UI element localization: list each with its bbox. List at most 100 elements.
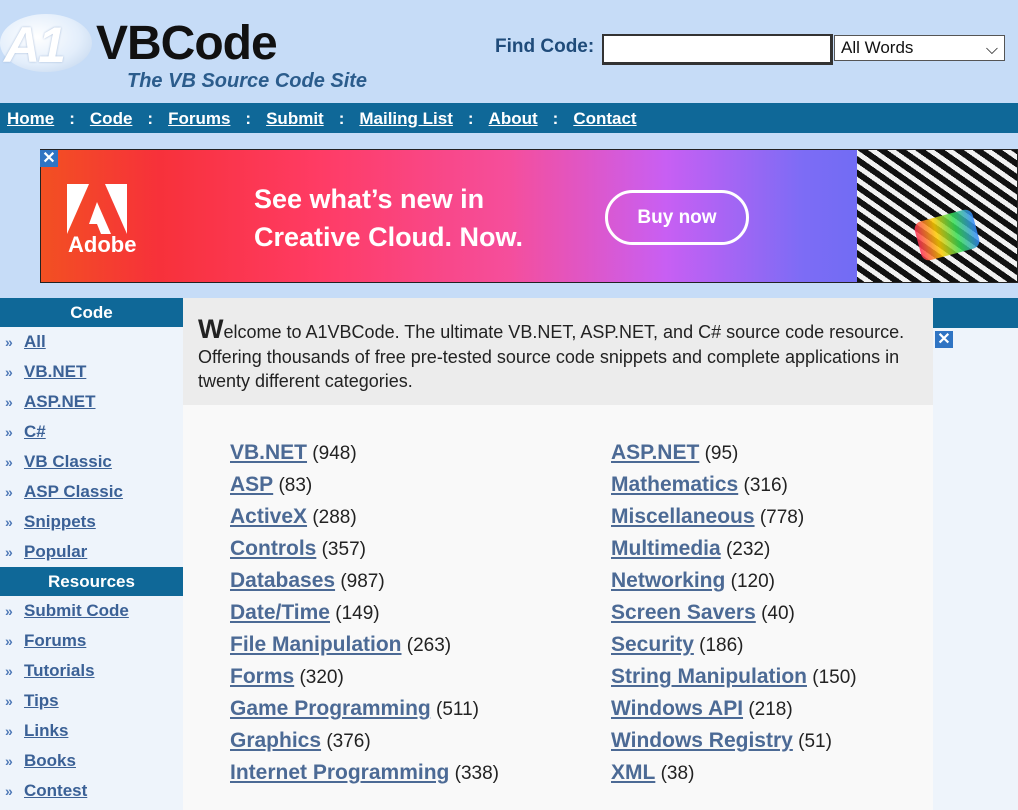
welcome-text: Welcome to A1VBCode. The ultimate VB.NET… [198,314,918,393]
sidebar-link[interactable]: All [24,332,46,352]
welcome-panel: Welcome to A1VBCode. The ultimate VB.NET… [183,298,933,405]
category-link[interactable]: ASP.NET [611,441,699,464]
category-count: (263) [406,635,452,656]
sidebar-item-code-vb-net: » VB.NET [0,357,183,387]
sidebar-item-resource-links: » Links [0,716,183,746]
category-link[interactable]: ASP [230,473,273,496]
double-chevron-right-icon: » [5,753,13,769]
nav-link-home[interactable]: Home [7,109,54,129]
category-count: (83) [278,475,313,496]
nav-link-forums[interactable]: Forums [168,109,230,129]
double-chevron-right-icon: » [5,484,13,500]
category-link[interactable]: Windows Registry [611,729,793,752]
search-scope-select[interactable]: All Words ⌵ [834,35,1005,61]
site-header: A1 VBCode The VB Source Code Site Find C… [0,0,1018,103]
sidebar-link[interactable]: ASP.NET [24,392,96,412]
category-count: (38) [660,763,695,784]
category-item: Security (186) [611,633,857,665]
category-link[interactable]: Screen Savers [611,601,756,624]
category-item: Graphics (376) [230,729,499,761]
sidebar-link[interactable]: VB Classic [24,452,112,472]
sidebar-link[interactable]: Submit Code [24,601,129,621]
category-link[interactable]: Windows API [611,697,743,720]
find-code-input[interactable] [602,34,833,65]
category-count: (120) [730,571,775,592]
nav-item: Submit [266,109,324,129]
category-link[interactable]: Graphics [230,729,321,752]
chevron-down-icon: ⌵ [985,41,998,58]
sidebar-item-code-asp-classic: » ASP Classic [0,477,183,507]
sidebar-link[interactable]: Forums [24,631,86,651]
category-count: (987) [340,571,385,592]
category-count: (320) [299,667,344,688]
category-item: Screen Savers (40) [611,601,857,633]
nav-item: About [489,109,538,129]
double-chevron-right-icon: » [5,424,13,440]
nav-link-contact[interactable]: Contact [573,109,636,129]
double-chevron-right-icon: » [5,544,13,560]
site-logo[interactable]: A1 VBCode The VB Source Code Site [0,6,400,102]
category-link[interactable]: Date/Time [230,601,330,624]
category-item: Forms (320) [230,665,499,697]
sidebar-item-resource-submit-code: » Submit Code [0,596,183,626]
sidebar-link[interactable]: Links [24,721,68,741]
nav-item: Forums [168,109,230,129]
category-count: (357) [321,539,366,560]
category-link[interactable]: Mathematics [611,473,738,496]
sidebar-link[interactable]: Books [24,751,76,771]
category-link[interactable]: File Manipulation [230,633,402,656]
category-item: Game Programming (511) [230,697,499,729]
sidebar-link[interactable]: Popular [24,542,87,562]
category-link[interactable]: VB.NET [230,441,307,464]
category-count: (511) [436,699,479,720]
category-item: Networking (120) [611,569,857,601]
category-link[interactable]: Networking [611,569,725,592]
category-link[interactable]: Internet Programming [230,761,449,784]
logo-name: VBCode [96,17,278,70]
close-icon[interactable]: ✕ [935,331,953,348]
nav-link-about[interactable]: About [489,109,538,129]
category-column-left: VB.NET (948) ASP (83) ActiveX (288) Control… [230,441,499,793]
nav-separator: : [552,109,559,128]
sidebar-link[interactable]: Contest [24,781,87,801]
sidebar-link[interactable]: Snippets [24,512,96,532]
category-link[interactable]: XML [611,761,655,784]
category-link[interactable]: Security [611,633,694,656]
double-chevron-right-icon: » [5,334,13,350]
search-scope-value: All Words [841,38,914,57]
category-link[interactable]: Forms [230,665,294,688]
sidebar-item-resource-forums: » Forums [0,626,183,656]
category-link[interactable]: Databases [230,569,335,592]
category-link[interactable]: String Manipulation [611,665,807,688]
category-item: Multimedia (232) [611,537,857,569]
ad-buy-now-button[interactable]: Buy now [605,190,749,245]
category-item: XML (38) [611,761,857,793]
nav-link-code[interactable]: Code [90,109,133,129]
category-link[interactable]: Miscellaneous [611,505,755,528]
double-chevron-right-icon: » [5,364,13,380]
category-link[interactable]: Multimedia [611,537,721,560]
sidebar-item-code-asp-net: » ASP.NET [0,387,183,417]
category-link[interactable]: Game Programming [230,697,431,720]
close-icon[interactable]: ✕ [40,150,58,167]
sidebar-link[interactable]: ASP Classic [24,482,123,502]
sidebar-item-code-popular: » Popular [0,537,183,567]
category-count: (316) [743,475,788,496]
sidebar-link[interactable]: Tips [24,691,59,711]
double-chevron-right-icon: » [5,633,13,649]
category-count: (218) [748,699,793,720]
category-column-right: ASP.NET (95) Mathematics (316) Miscellaneo… [611,441,857,793]
sidebar-heading-code: Code [0,298,183,327]
category-link[interactable]: Controls [230,537,316,560]
sidebar-link[interactable]: VB.NET [24,362,86,382]
category-count: (51) [798,731,832,752]
sidebar-link[interactable]: C# [24,422,46,442]
nav-link-mailing-list[interactable]: Mailing List [359,109,453,129]
nav-item: Mailing List [359,109,453,129]
nav-link-submit[interactable]: Submit [266,109,324,129]
ad-artwork [857,150,1017,282]
category-count: (948) [312,443,357,464]
sidebar-link[interactable]: Tutorials [24,661,95,681]
category-link[interactable]: ActiveX [230,505,307,528]
ad-banner[interactable]: Adobe See what’s new in Creative Cloud. … [40,149,1018,283]
